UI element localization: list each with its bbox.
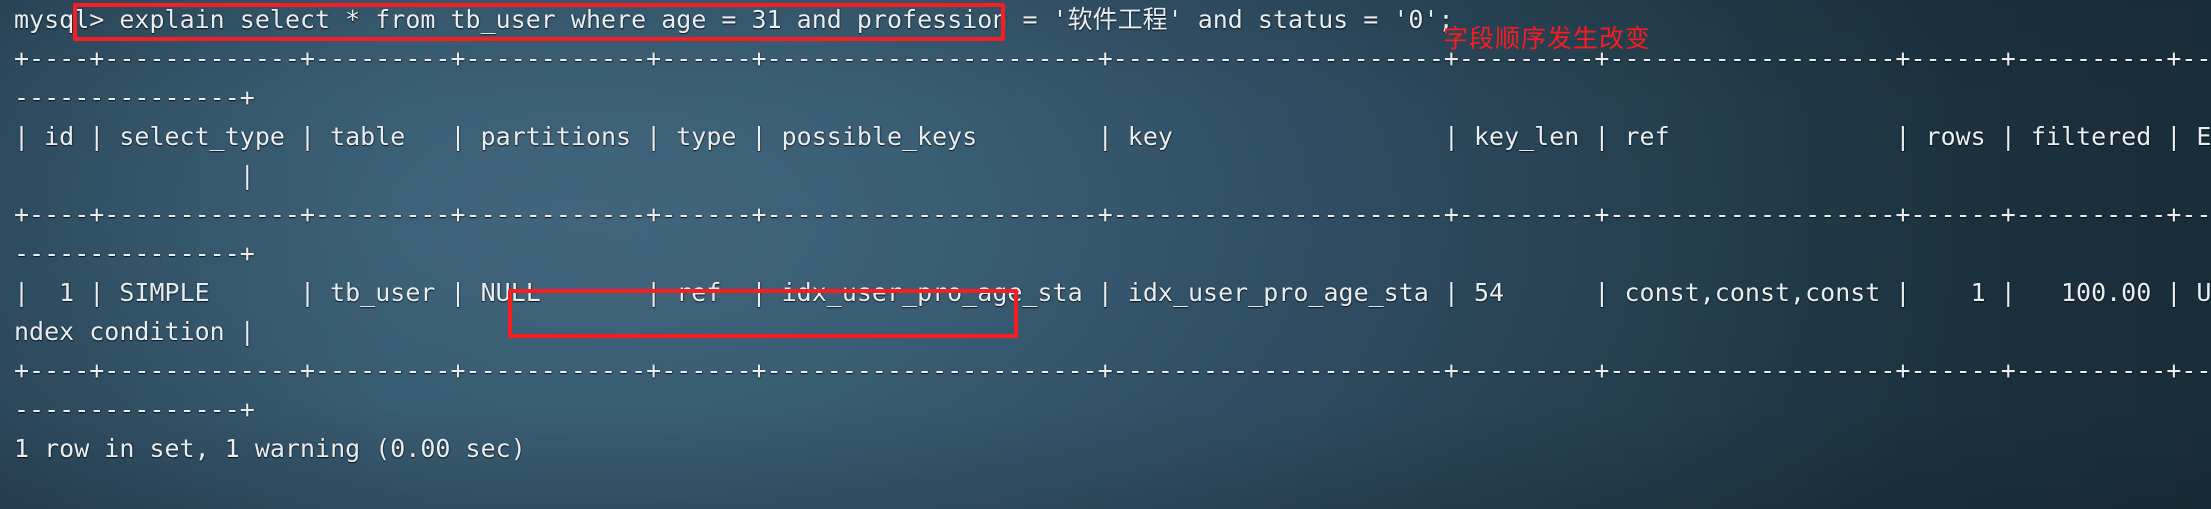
query-statement[interactable]: explain select * from tb_user where age … bbox=[119, 5, 1453, 34]
result-status-line: 1 row in set, 1 warning (0.00 sec) bbox=[14, 434, 526, 463]
table-separator-bottom: +----+-------------+---------+----------… bbox=[14, 356, 2211, 385]
table-separator-mid: +----+-------------+---------+----------… bbox=[14, 200, 2211, 229]
table-header-row-wrap: | bbox=[14, 161, 255, 190]
terminal-output[interactable]: mysql> explain select * from tb_user whe… bbox=[0, 0, 2211, 509]
table-separator-mid-wrap: ---------------+ bbox=[14, 239, 255, 268]
prompt-line: mysql> explain select * from tb_user whe… bbox=[14, 0, 1454, 39]
annotation-note-text: 字段顺序发生改变 bbox=[1443, 24, 1652, 53]
mysql-prompt-label: mysql> bbox=[14, 5, 105, 34]
table-separator-bottom-wrap: ---------------+ bbox=[14, 395, 255, 424]
table-data-row: | 1 | SIMPLE | tb_user | NULL | ref | id… bbox=[14, 278, 2211, 307]
table-separator-top: +----+-------------+---------+----------… bbox=[14, 44, 2211, 73]
table-data-row-wrap: ndex condition | bbox=[14, 317, 255, 346]
table-separator-top-wrap: ---------------+ bbox=[14, 83, 255, 112]
table-header-row: | id | select_type | table | partitions … bbox=[14, 122, 2211, 151]
query-text[interactable] bbox=[104, 5, 119, 34]
terminal-window: mysql> explain select * from tb_user whe… bbox=[0, 0, 2211, 509]
